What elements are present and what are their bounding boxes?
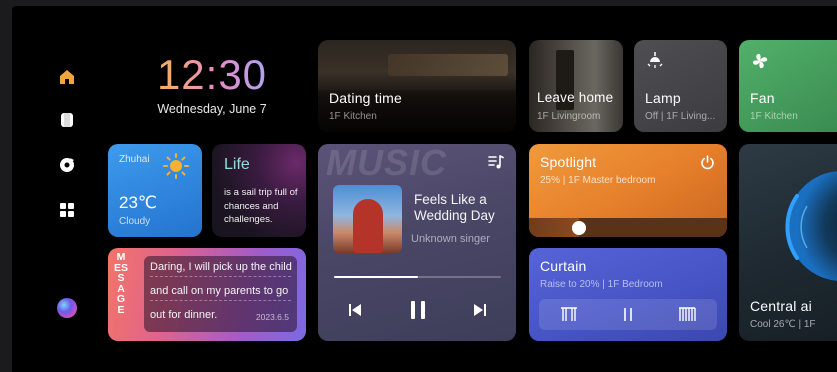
curtain-controls <box>539 299 717 330</box>
music-card[interactable]: MUSIC Feels Like a Wedding Day Unknown s… <box>318 144 516 341</box>
spotlight-slider-knob[interactable] <box>571 221 586 235</box>
scene-title: Dating time <box>329 90 403 106</box>
spotlight-slider-track[interactable] <box>529 218 727 237</box>
scene-title: Leave home <box>537 90 614 105</box>
screen: 12:30 Wednesday, June 7 Zhuhai 23℃ Cloud… <box>12 6 837 372</box>
central-ai-sub: Cool 26℃ | 1F <box>750 319 816 330</box>
curtain-sub: Raise to 20% | 1F Bedroom <box>540 279 663 290</box>
fan-card[interactable]: Fan 1F Kitchen <box>739 40 837 132</box>
scene-sub: 1F Livingroom <box>537 111 601 122</box>
fan-title: Fan <box>750 90 775 106</box>
weather-city: Zhuhai <box>119 154 150 165</box>
assistant-orb-icon <box>57 298 77 318</box>
album-art <box>333 185 402 253</box>
pause-icon[interactable] <box>409 300 427 320</box>
central-ai-title: Central ai <box>750 298 812 314</box>
message-line-2: and call on my parents to go <box>150 285 289 297</box>
clock-widget: 12:30 Wednesday, June 7 <box>152 52 272 117</box>
scene-card-leave-home[interactable]: Leave home 1F Livingroom <box>529 40 623 132</box>
message-line-3: out for dinner. <box>150 309 218 321</box>
next-icon[interactable] <box>473 303 487 317</box>
central-ai-card[interactable]: Central ai Cool 26℃ | 1F <box>739 144 837 341</box>
home-icon <box>60 70 74 84</box>
nav-grid[interactable] <box>56 199 78 221</box>
music-progress-track[interactable] <box>334 276 501 278</box>
song-title: Feels Like a Wedding Day <box>414 192 495 223</box>
weather-card[interactable]: Zhuhai 23℃ Cloudy <box>108 144 202 237</box>
lamp-card[interactable]: Lamp Off | 1F Living... <box>634 40 727 132</box>
scene-counter-image <box>388 54 508 76</box>
curtain-pause-icon[interactable] <box>621 307 635 322</box>
power-icon[interactable] <box>700 155 715 170</box>
life-card[interactable]: Life is a sail trip full of chances and … <box>212 144 306 237</box>
weather-temp: 23℃ <box>119 193 158 212</box>
lamp-icon <box>647 52 663 68</box>
nav-devices[interactable] <box>56 109 78 131</box>
nav-music[interactable] <box>56 154 78 176</box>
music-progress-fill <box>334 276 418 278</box>
lamp-sub: Off | 1F Living... <box>645 111 716 122</box>
life-title: Life <box>224 156 250 173</box>
ac-ring-graphic <box>785 171 837 281</box>
curtain-title: Curtain <box>540 258 587 274</box>
device-icon <box>61 113 73 127</box>
curtain-card[interactable]: Curtain Raise to 20% | 1F Bedroom <box>529 248 727 341</box>
spotlight-card[interactable]: Spotlight 25% | 1F Master bedroom <box>529 144 727 237</box>
album-figure <box>353 199 383 253</box>
scene-card-dating[interactable]: Dating time 1F Kitchen <box>318 40 516 132</box>
sun-icon <box>163 153 189 179</box>
music-disc-icon <box>60 158 74 172</box>
spotlight-sub: 25% | 1F Master bedroom <box>540 175 656 186</box>
previous-icon[interactable] <box>348 303 362 317</box>
clock-date: Wednesday, June 7 <box>157 102 267 116</box>
playlist-icon[interactable] <box>488 154 504 170</box>
scene-sub: 1F Kitchen <box>329 111 377 122</box>
message-line-1: Daring, I will pick up the child <box>150 261 292 273</box>
curtain-open-icon[interactable] <box>560 307 578 322</box>
message-divider-1 <box>150 276 291 277</box>
spotlight-title: Spotlight <box>540 154 597 170</box>
message-card[interactable]: MESSAGE Daring, I will pick up the child… <box>108 248 306 341</box>
fan-icon <box>752 53 768 69</box>
lamp-title: Lamp <box>645 90 681 106</box>
message-divider-2 <box>150 300 291 301</box>
song-artist: Unknown singer <box>411 233 490 245</box>
message-bubble: Daring, I will pick up the child and cal… <box>144 256 297 332</box>
grid-icon <box>60 203 74 217</box>
clock-time: 12:30 <box>152 52 272 98</box>
weather-condition: Cloudy <box>119 216 151 227</box>
message-vertical-label: MESSAGE <box>114 251 129 316</box>
nav-home[interactable] <box>56 66 78 88</box>
music-watermark: MUSIC <box>326 144 447 183</box>
nav-assistant[interactable] <box>56 297 78 319</box>
life-text: is a sail trip full of chances and chall… <box>224 187 298 225</box>
fan-sub: 1F Kitchen <box>750 111 798 122</box>
curtain-close-icon[interactable] <box>678 307 696 322</box>
message-date: 2023.6.5 <box>255 312 289 322</box>
